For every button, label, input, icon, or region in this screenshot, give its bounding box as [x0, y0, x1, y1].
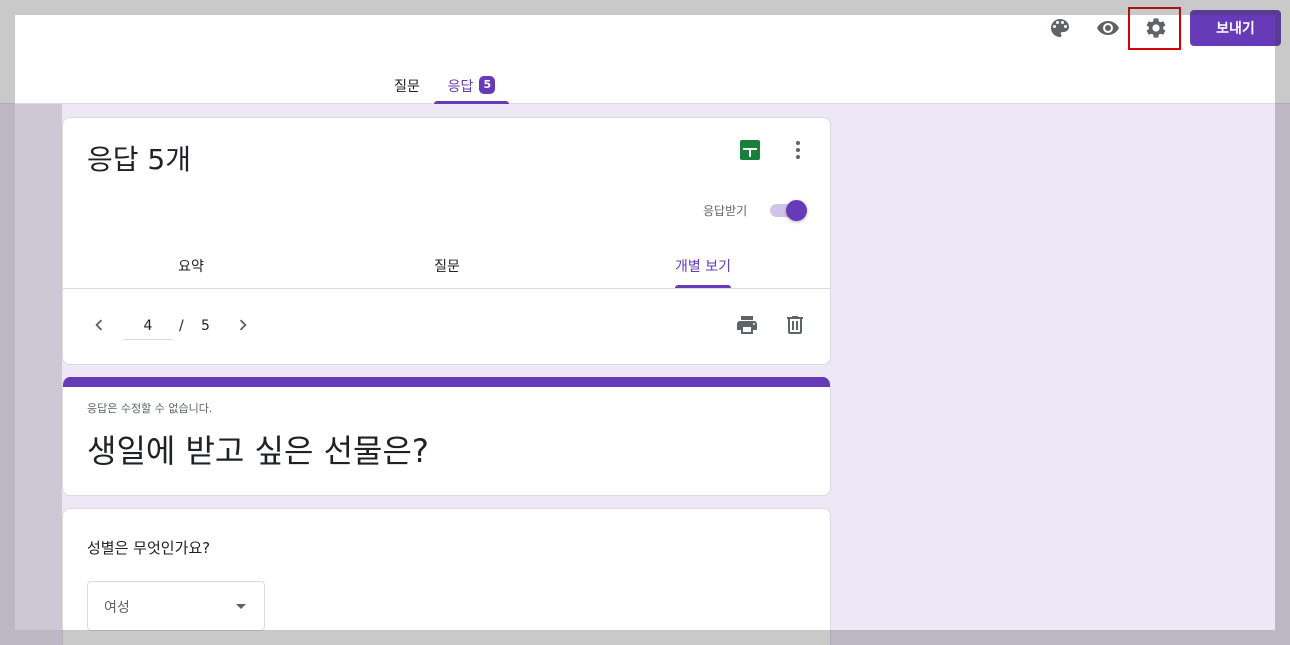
dropdown-value: 여성: [104, 600, 130, 616]
accept-responses-toggle[interactable]: [770, 200, 807, 221]
send-button[interactable]: 보내기: [1190, 10, 1281, 46]
responses-card: 응답 5개 응답받기 요약 질문 개별 보기 4 / 5: [62, 117, 831, 365]
settings-highlight-box: [1128, 7, 1181, 50]
question-card: 성별은 무엇인가요? 여성: [62, 508, 831, 645]
form-header-card: 응답은 수정할 수 없습니다. 생일에 받고 싶은 선물은?: [62, 377, 831, 496]
tab-questions[interactable]: 질문: [386, 66, 428, 104]
eye-icon[interactable]: [1088, 8, 1128, 48]
trash-icon[interactable]: [783, 313, 807, 337]
form-note: 응답은 수정할 수 없습니다.: [87, 402, 213, 415]
gender-dropdown[interactable]: 여성: [87, 581, 265, 631]
tab-responses[interactable]: 응답 5: [434, 66, 509, 104]
chevron-right-icon[interactable]: [231, 313, 255, 337]
top-header: 보내기 질문 응답 5: [0, 0, 1290, 104]
page-number-input[interactable]: 4: [123, 318, 173, 340]
form-accent-bar: [63, 377, 830, 387]
accept-responses-label: 응답받기: [703, 204, 748, 218]
frame-left: [0, 15, 15, 645]
page-total: 5: [201, 318, 210, 334]
tab-summary[interactable]: 요약: [63, 246, 319, 288]
form-title: 생일에 받고 싶은 선물은?: [87, 432, 429, 470]
page-separator: /: [179, 318, 184, 334]
chevron-left-icon[interactable]: [87, 313, 111, 337]
tab-question[interactable]: 질문: [319, 246, 575, 288]
frame-inner-left: [15, 104, 62, 630]
palette-icon[interactable]: [1040, 8, 1080, 48]
tab-individual[interactable]: 개별 보기: [575, 246, 831, 288]
more-vert-icon[interactable]: [783, 136, 813, 164]
sheets-icon[interactable]: [740, 140, 760, 160]
responses-title: 응답 5개: [87, 143, 191, 176]
responses-count-badge: 5: [479, 76, 496, 94]
caret-down-icon: [236, 604, 246, 609]
frame-right: [1275, 15, 1290, 645]
divider: [63, 288, 830, 289]
question-label: 성별은 무엇인가요?: [87, 539, 211, 557]
print-icon[interactable]: [735, 313, 759, 337]
